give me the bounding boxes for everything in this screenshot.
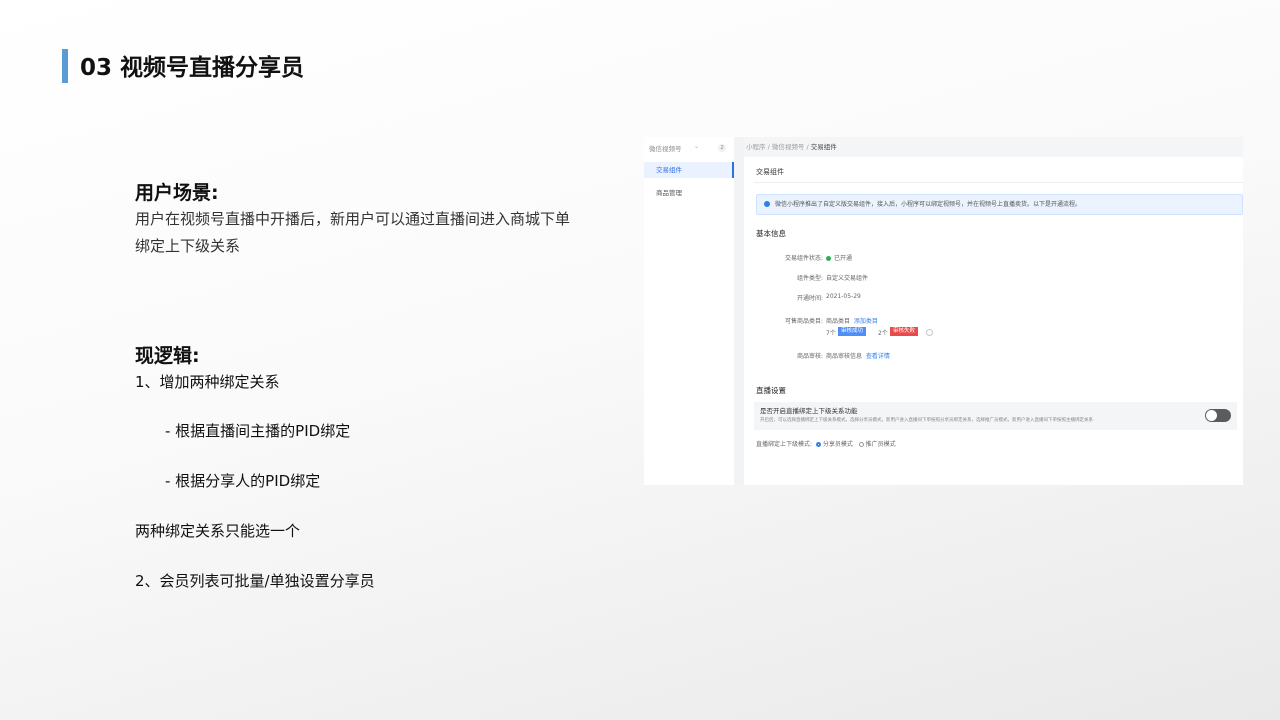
logic-heading: 现逻辑: [135,345,200,367]
section-title: 交易组件 [756,168,784,176]
switch-title: 是否开启直播绑定上下级关系功能 [760,407,858,415]
breadcrumb: 小程序 / 微信视频号 / 交易组件 [744,137,1243,157]
audit-label: 商品审核: [796,353,823,360]
radio-promoter-mode[interactable] [858,442,864,447]
category-value-row: 商品类目 添加类目 [826,316,878,325]
status-value-wrap: 已开通 [826,253,852,262]
logic-line-1: 1、增加两种绑定关系 [135,373,280,391]
info-icon [764,201,770,207]
sidebar-item-trade-component[interactable]: 交易组件 [644,162,734,178]
category-value: 商品类目 [826,318,851,325]
type-label: 组件类型: [796,275,823,282]
screenshot-sidebar: 微信视频号 ⌄ 2 交易组件 商品管理 [644,137,735,485]
add-category-link[interactable]: 添加类目 [854,318,878,325]
radio-sharer-mode[interactable] [815,442,821,447]
status-label: 交易组件状态: [784,255,823,262]
toggle-knob [1206,410,1217,421]
breadcrumb-sep1: / [767,143,770,151]
view-details-link[interactable]: 查看详情 [866,353,890,360]
sidebar-item-product-management[interactable]: 商品管理 [656,187,682,197]
breadcrumb-current: 交易组件 [810,143,837,151]
type-value: 自定义交易组件 [826,275,869,282]
breadcrumb-part1[interactable]: 小程序 [746,143,766,151]
audit-value: 商品审核信息 [826,353,863,360]
breadcrumb-sep2: / [806,143,809,151]
open-time-label: 开通时间: [796,295,823,302]
live-settings-heading: 直播设置 [756,386,786,395]
logic-line-3: - 根据分享人的PID绑定 [165,472,321,490]
notice-banner: 微信小程序推出了自定义版交易组件，接入后，小程序可以绑定视频号，并在视频号上直播… [756,194,1243,215]
screenshot-main: 小程序 / 微信视频号 / 交易组件 交易组件 微信小程序推出了自定义版交易组件… [744,137,1243,485]
embedded-screenshot: 微信视频号 ⌄ 2 交易组件 商品管理 小程序 / 微信视频号 / 交易组件 交… [644,137,1243,485]
chevron-down-icon[interactable]: ⌄ [694,143,699,150]
scenario-heading: 用户场景: [135,182,219,204]
title-accent-bar [62,49,68,83]
divider [754,182,1243,183]
category-label: 可售商品类目: [784,318,823,325]
mode-option-sharer[interactable]: 分享员模式 [823,441,853,448]
status-dot-icon [826,256,831,261]
scenario-text-line1: 用户在视频号直播中开播后，新用户可以通过直播间进入商城下单 [135,210,571,228]
count-fail: 2个 [878,330,888,337]
logic-line-4: 两种绑定关系只能选一个 [135,522,301,540]
mode-label: 直播绑定上下级模式: [756,441,813,448]
sidebar-gutter [734,137,744,485]
logic-line-2: - 根据直播间主播的PID绑定 [165,422,351,440]
status-value: 已开通 [834,255,853,262]
page-title: 03 视频号直播分享员 [80,55,305,81]
logic-line-5: 2、会员列表可批量/单独设置分享员 [135,572,375,590]
open-time-value: 2021-05-29 [826,293,861,300]
tag-audit-fail[interactable]: 审核失败 [890,327,919,336]
count-ok: 7个 [826,330,836,337]
sidebar-header[interactable]: 微信视频号 [649,143,682,153]
sidebar-header-badge: 2 [718,144,726,152]
audit-value-row: 商品审核信息 查看详情 [826,351,890,360]
mode-option-promoter[interactable]: 推广员模式 [866,441,896,448]
tag-audit-success: 审核成功 [838,327,867,336]
help-circle-icon[interactable] [926,329,933,336]
breadcrumb-part2[interactable]: 微信视频号 [772,143,805,151]
scenario-text-line2: 绑定上下级关系 [135,237,241,255]
live-binding-setting-row: 是否开启直播绑定上下级关系功能 开启后，可以选择直播绑定上下级关系模式，选择分享… [754,402,1237,430]
switch-description: 开启后，可以选择直播绑定上下级关系模式，选择分享员模式，新用户进入直播间下单按照… [760,418,1093,423]
mode-row: 直播绑定上下级模式: 分享员模式 推广员模式 [756,439,896,448]
live-binding-toggle[interactable] [1205,409,1231,422]
notice-text: 微信小程序推出了自定义版交易组件，接入后，小程序可以绑定视频号，并在视频号上直播… [775,201,1082,208]
basic-info-heading: 基本信息 [756,229,786,238]
